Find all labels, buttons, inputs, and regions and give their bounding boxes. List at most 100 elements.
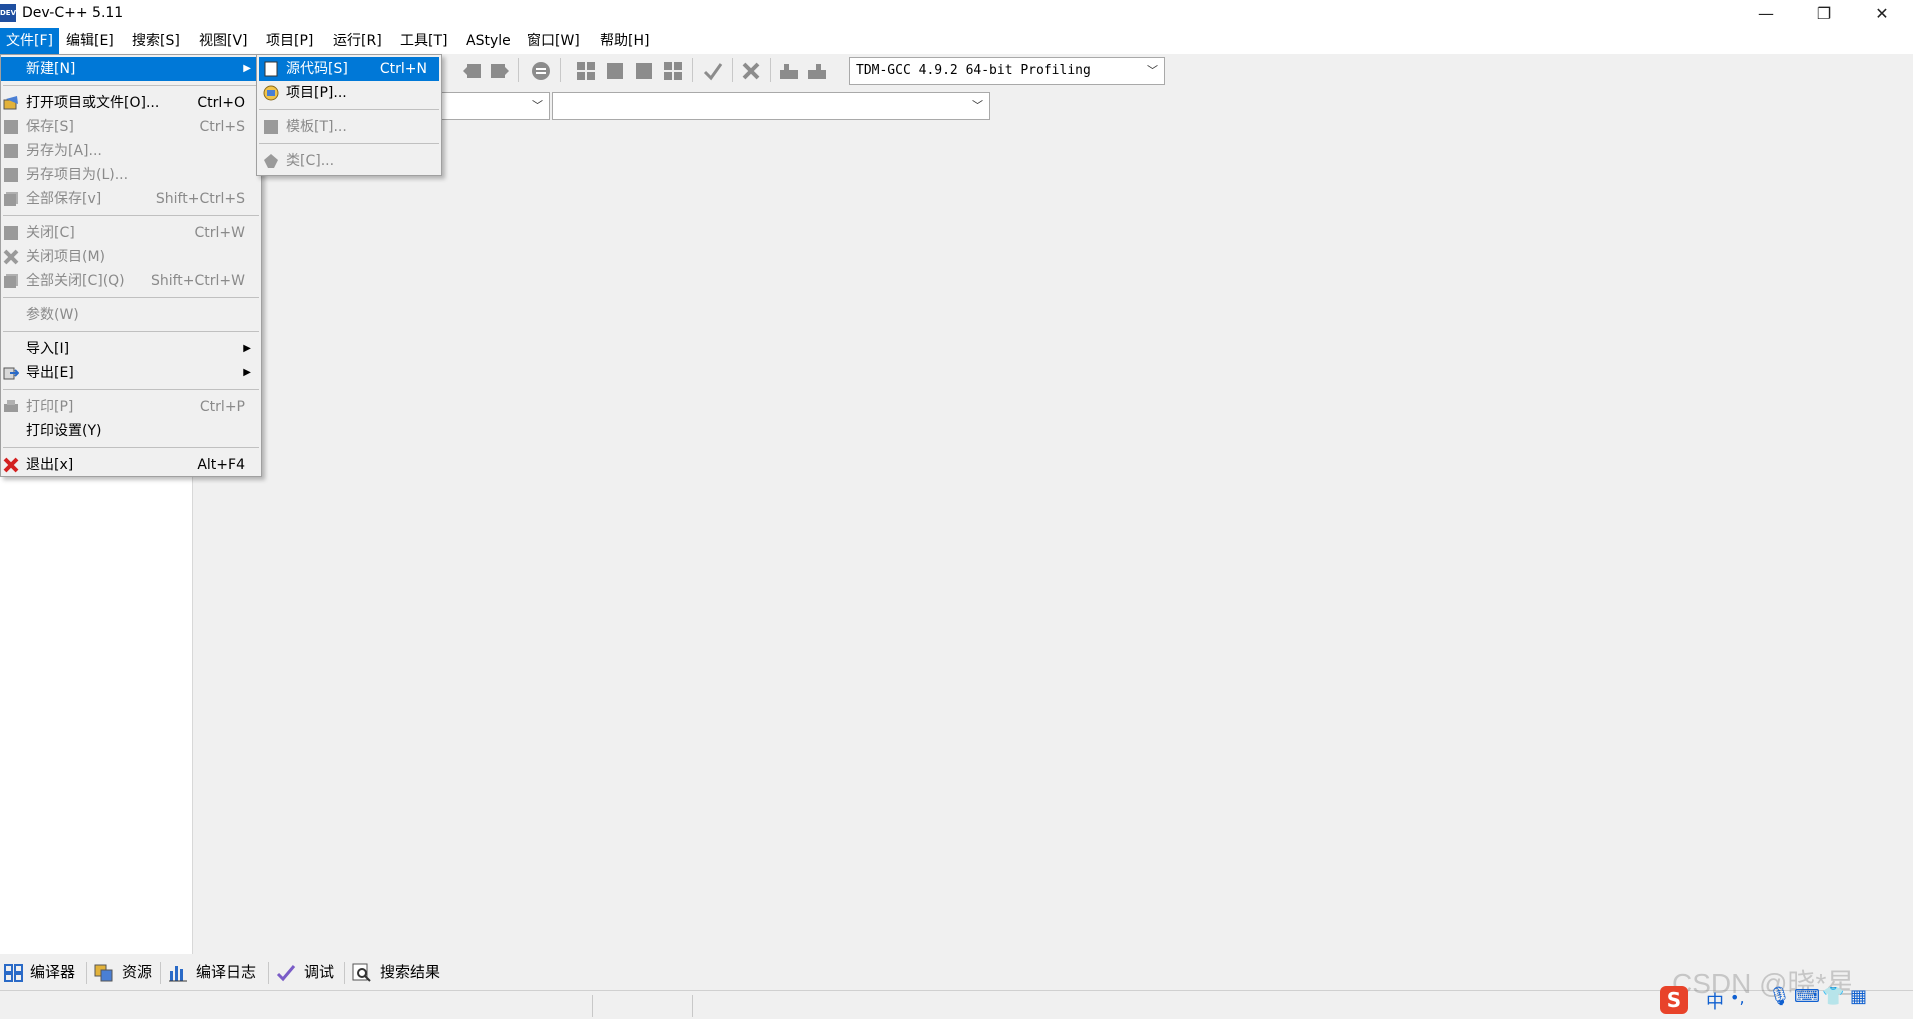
tab-separator xyxy=(160,962,161,984)
file-menu-print-label: 打印[P] xyxy=(26,399,74,415)
file-menu-save-project-as[interactable]: 另存项目为(L)... xyxy=(1,163,261,187)
menu-file[interactable]: 文件[F] xyxy=(0,28,59,54)
toolbar-separator xyxy=(692,58,693,82)
file-menu-print-shortcut: Ctrl+P xyxy=(199,399,245,415)
open-folder-icon xyxy=(3,96,18,110)
file-menu-close-project[interactable]: 关闭项目(M) xyxy=(1,245,261,269)
punctuation-icon[interactable]: •, xyxy=(1730,988,1745,1007)
tab-compiler-label: 编译器 xyxy=(30,963,76,981)
compiler-select[interactable]: TDM-GCC 4.9.2 64-bit Profiling ﹀ xyxy=(849,57,1165,85)
new-template[interactable]: 模板[T]... xyxy=(259,115,439,139)
menu-bar: 文件[F] 编辑[E] 搜索[S] 视图[V] 项目[P] 运行[R] 工具[T… xyxy=(0,28,1913,54)
minimize-button[interactable]: — xyxy=(1737,0,1795,28)
new-source-file[interactable]: 源代码[S] Ctrl+N xyxy=(259,57,439,81)
file-menu-close[interactable]: 关闭[C] Ctrl+W xyxy=(1,221,261,245)
window-icon[interactable] xyxy=(604,60,626,82)
file-menu-import-label: 导入[I] xyxy=(26,341,70,357)
editor-area[interactable] xyxy=(193,126,1913,954)
new-project[interactable]: 项目[P]... xyxy=(259,81,439,105)
menu-help[interactable]: 帮助[H] xyxy=(594,28,655,54)
tab-debug-label: 调试 xyxy=(304,963,335,981)
microphone-icon[interactable]: 🎙 xyxy=(1768,986,1791,1007)
menu-search[interactable]: 搜索[S] xyxy=(126,28,186,54)
cross-icon[interactable] xyxy=(740,60,762,82)
class-combo[interactable]: ﹀ xyxy=(440,92,550,120)
file-menu-save-label: 保存[S] xyxy=(26,119,74,135)
menu-view[interactable]: 视图[V] xyxy=(193,28,254,54)
template-icon xyxy=(264,120,278,134)
check-icon xyxy=(276,965,296,982)
window-title: Dev-C++ 5.11 xyxy=(22,5,124,21)
bottom-tabs: 编译器 资源 编译日志 调试 搜索结果 xyxy=(0,956,1913,986)
status-bar xyxy=(0,990,1913,1019)
file-menu-close-label: 关闭[C] xyxy=(26,225,75,241)
toolbox-icon[interactable]: ▦ xyxy=(1850,986,1867,1007)
tile-icon[interactable] xyxy=(575,60,597,82)
new-template-label: 模板[T]... xyxy=(286,119,347,135)
save-project-icon xyxy=(4,168,18,182)
file-menu-print-setup-label: 打印设置(Y) xyxy=(26,423,102,439)
grid-icon[interactable] xyxy=(662,60,684,82)
menu-separator xyxy=(3,331,259,332)
menu-tools[interactable]: 工具[T] xyxy=(394,28,453,54)
file-menu-save-all-label: 全部保存[v] xyxy=(26,191,102,207)
save-all-icon xyxy=(4,192,18,206)
file-menu-save-all[interactable]: 全部保存[v] Shift+Ctrl+S xyxy=(1,187,261,211)
ime-toolbar[interactable]: S 中 •, 🎙 ⌨ 👕 ▦ xyxy=(1656,984,1913,1016)
window-icon[interactable] xyxy=(633,60,655,82)
sogou-icon[interactable]: S xyxy=(1660,986,1688,1014)
menu-edit[interactable]: 编辑[E] xyxy=(60,28,120,54)
menu-separator xyxy=(259,109,439,110)
file-menu-parameters-label: 参数(W) xyxy=(26,307,79,323)
toolbar-separator xyxy=(732,58,733,82)
unindent-icon[interactable] xyxy=(462,60,484,82)
menu-astyle[interactable]: AStyle xyxy=(460,28,517,54)
file-menu-print-setup[interactable]: 打印设置(Y) xyxy=(1,419,261,443)
file-menu-close-all[interactable]: 全部关闭[C](Q) Shift+Ctrl+W xyxy=(1,269,261,293)
status-separator xyxy=(692,995,693,1017)
file-menu-parameters[interactable]: 参数(W) xyxy=(1,303,261,327)
check-icon[interactable] xyxy=(702,60,724,82)
keyboard-icon[interactable]: ⌨ xyxy=(1794,986,1820,1007)
maximize-button[interactable]: ❐ xyxy=(1795,0,1853,28)
class-icon xyxy=(264,154,278,168)
tab-compile-log-label: 编译日志 xyxy=(196,963,257,981)
file-menu-print[interactable]: 打印[P] Ctrl+P xyxy=(1,395,261,419)
ime-lang[interactable]: 中 xyxy=(1706,988,1724,1014)
file-menu-open[interactable]: 打开项目或文件[O]... Ctrl+O xyxy=(1,91,261,115)
grid-icon xyxy=(4,964,23,982)
file-menu-export[interactable]: 导出[E] ▶ xyxy=(1,361,261,385)
file-menu-open-label: 打开项目或文件[O]... xyxy=(26,95,160,111)
menu-separator xyxy=(3,85,259,86)
file-menu-exit[interactable]: 退出[x] Alt+F4 xyxy=(1,453,261,477)
submenu-arrow-icon: ▶ xyxy=(243,63,251,74)
class-browser-icon[interactable] xyxy=(806,60,828,82)
file-menu-save-as[interactable]: 另存为[A]... xyxy=(1,139,261,163)
bar-chart-icon xyxy=(169,966,187,982)
file-menu-save-shortcut: Ctrl+S xyxy=(199,119,245,135)
menu-project[interactable]: 项目[P] xyxy=(260,28,319,54)
skin-icon[interactable]: 👕 xyxy=(1822,986,1844,1007)
chevron-down-icon: ﹀ xyxy=(1147,64,1158,77)
file-menu-new[interactable]: 新建[N] ▶ xyxy=(1,57,261,81)
title-bar: DEV Dev-C++ 5.11 — ❐ ✕ xyxy=(0,0,1913,28)
tab-separator xyxy=(344,962,345,984)
file-menu-import[interactable]: 导入[I] ▶ xyxy=(1,337,261,361)
close-all-icon xyxy=(4,274,18,288)
new-class[interactable]: 类[C]... xyxy=(259,149,439,173)
menu-window[interactable]: 窗口[W] xyxy=(521,28,586,54)
close-project-icon xyxy=(3,249,19,265)
exit-icon xyxy=(3,457,19,473)
file-menu-exit-label: 退出[x] xyxy=(26,457,74,473)
file-menu-new-label: 新建[N] xyxy=(26,61,76,77)
class-browser-icon[interactable] xyxy=(778,60,800,82)
member-combo[interactable]: ﹀ xyxy=(552,92,990,120)
file-menu-save[interactable]: 保存[S] Ctrl+S xyxy=(1,115,261,139)
indent-icon[interactable] xyxy=(488,60,510,82)
close-button[interactable]: ✕ xyxy=(1853,0,1911,28)
menu-run[interactable]: 运行[R] xyxy=(327,28,388,54)
menu-separator xyxy=(3,389,259,390)
comment-icon[interactable] xyxy=(530,60,552,82)
compiler-select-value: TDM-GCC 4.9.2 64-bit Profiling xyxy=(856,63,1091,78)
submenu-arrow-icon: ▶ xyxy=(243,343,251,354)
